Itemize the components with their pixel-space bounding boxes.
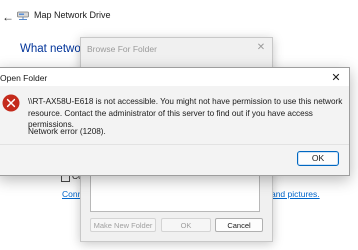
error-dialog-title: Open Folder (0, 73, 48, 83)
open-folder-error-dialog: Open Folder ✕ \\RT-AX58U-E618 is not acc… (0, 67, 350, 176)
make-new-folder-button[interactable]: Make New Folder (90, 218, 156, 232)
network-drive-icon (17, 11, 29, 20)
error-ok-button[interactable]: OK (297, 151, 339, 166)
wizard-title: Map Network Drive (34, 10, 111, 20)
browse-close-icon[interactable]: ✕ (255, 42, 267, 54)
error-message-text: \\RT-AX58U-E618 is not accessible. You m… (28, 97, 343, 129)
error-close-icon[interactable]: ✕ (329, 71, 343, 85)
error-code: Network error (1208). (28, 127, 106, 136)
browse-cancel-button[interactable]: Cancel (215, 218, 263, 232)
error-dialog-titlebar: Open Folder ✕ (0, 68, 349, 86)
dialog-divider (0, 144, 349, 145)
back-arrow-icon[interactable]: ← (2, 10, 14, 24)
error-x-icon (2, 94, 20, 112)
browse-ok-button[interactable]: OK (161, 218, 211, 232)
error-message: \\RT-AX58U-E618 is not accessible. You m… (28, 96, 343, 131)
browse-dialog-title: Browse For Folder (87, 44, 157, 54)
